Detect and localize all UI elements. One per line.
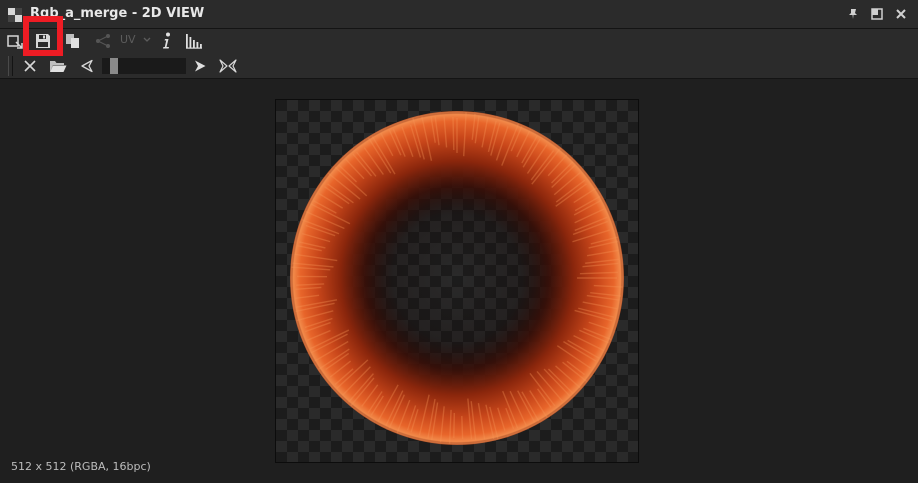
uv-dropdown[interactable]: UV [120,33,151,46]
close-icon[interactable] [894,7,908,21]
title-bar: Rgb_a_merge - 2D VIEW [0,0,918,29]
image-canvas[interactable] [275,99,639,463]
checker-icon [8,7,22,22]
save-highlight-box [23,16,63,56]
open-folder-icon[interactable] [48,56,68,76]
float-window-icon[interactable] [870,7,884,21]
frame-slider-thumb[interactable] [110,58,118,74]
clear-icon[interactable] [20,56,40,76]
2d-view-window: Rgb_a_merge - 2D VIEW UV 512 x 512 (RGBA… [0,0,918,483]
export-view-icon[interactable] [5,31,25,51]
histogram-icon[interactable] [184,31,204,51]
copy-icon[interactable] [63,31,83,51]
share-nodes-icon[interactable] [93,31,113,51]
fit-view-icon[interactable] [218,56,238,76]
image-viewport[interactable] [0,79,918,483]
ring-texture-image [290,111,624,445]
ring-streak [452,117,455,151]
pin-icon[interactable] [846,7,860,21]
playback-toolbar [0,53,918,79]
uv-label: UV [120,33,136,46]
next-icon[interactable] [190,56,210,76]
toolbar-grip[interactable] [8,56,13,76]
ring-streak [461,415,464,439]
previous-icon[interactable] [77,56,97,76]
chevron-down-icon [143,33,151,46]
frame-slider[interactable] [102,58,186,74]
image-info-text: 512 x 512 (RGBA, 16bpc) [11,460,151,473]
info-icon[interactable] [156,31,176,51]
main-toolbar: UV [0,29,918,53]
